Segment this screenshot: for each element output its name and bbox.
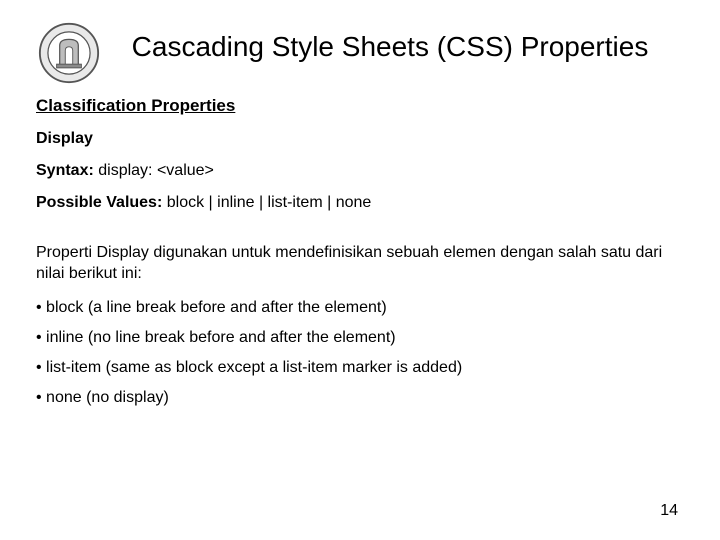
bullet-list: block (a line break before and after the…	[36, 299, 684, 407]
possible-values-line: Possible Values: block | inline | list-i…	[36, 194, 684, 212]
university-seal-logo	[38, 22, 100, 84]
possible-values-label: Possible Values:	[36, 194, 162, 211]
seal-icon	[38, 22, 100, 84]
list-item: block (a line break before and after the…	[36, 299, 684, 317]
slide: Cascading Style Sheets (CSS) Properties …	[0, 0, 720, 540]
property-name: Display	[36, 130, 684, 148]
list-item: list-item (same as block except a list-i…	[36, 359, 684, 377]
syntax-label: Syntax:	[36, 162, 94, 179]
slide-title: Cascading Style Sheets (CSS) Properties	[96, 30, 684, 64]
list-item: inline (no line break before and after t…	[36, 329, 684, 347]
syntax-value: display: <value>	[98, 162, 214, 179]
possible-values-value: block | inline | list-item | none	[167, 194, 372, 211]
description-text: Properti Display digunakan untuk mendefi…	[36, 242, 684, 285]
section-heading: Classification Properties	[36, 96, 684, 116]
syntax-line: Syntax: display: <value>	[36, 162, 684, 180]
page-number: 14	[660, 502, 678, 520]
list-item: none (no display)	[36, 389, 684, 407]
